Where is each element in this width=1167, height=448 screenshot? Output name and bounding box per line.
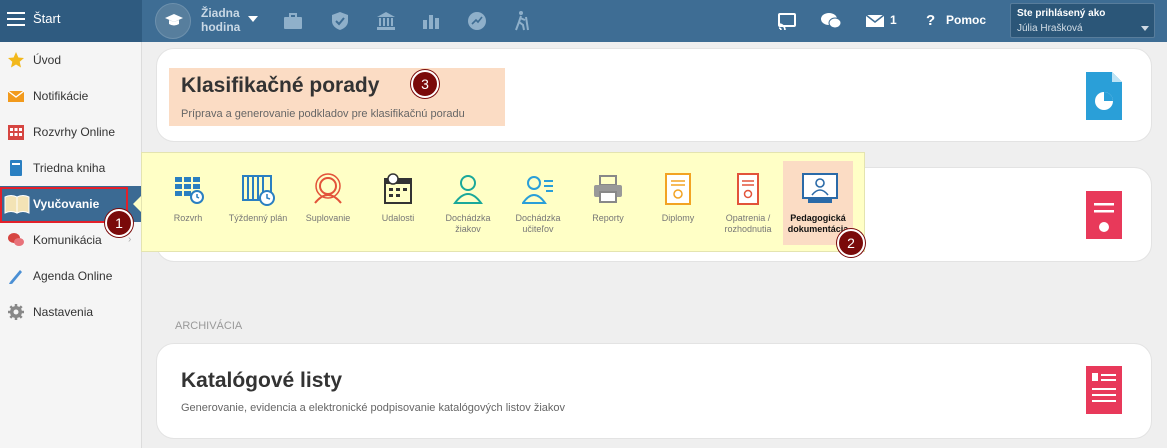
sidebar-item-label: Agenda Online <box>33 269 113 283</box>
sidebar-item-rozvrhy-online[interactable]: Rozvrhy Online <box>0 114 141 150</box>
menu-tile-suplovanie[interactable]: Suplovanie <box>293 161 363 245</box>
callout-badge-3: 3 <box>411 70 439 98</box>
sidebar-item-agenda-online[interactable]: Agenda Online <box>0 258 141 294</box>
sidebar-item-label: Komunikácia <box>33 233 102 247</box>
lesson-line2: hodina <box>201 20 241 34</box>
user-hint: Ste prihlásený ako <box>1017 8 1106 19</box>
help-link[interactable]: Pomoc <box>946 13 986 27</box>
analytics-icon[interactable] <box>466 10 488 32</box>
tile-label: Rozvrh <box>173 213 203 223</box>
menu-tile-udalosti[interactable]: Udalosti <box>363 161 433 245</box>
certificate-document-icon <box>1086 191 1122 239</box>
graduation-cap-icon <box>165 14 183 26</box>
sidebar-item-triedna-kniha[interactable]: Triedna kniha <box>0 150 141 186</box>
tile-label: Diplomy <box>661 213 695 223</box>
sidebar-item-notifikacie[interactable]: Notifikácie <box>0 78 141 114</box>
catalog-sheet-icon <box>1086 366 1122 414</box>
tile-label: Týždenný plán <box>228 213 288 223</box>
chevron-down-icon[interactable] <box>248 16 258 22</box>
card-title: Katalógové listy <box>181 369 343 392</box>
sidebar-item-label: Notifikácie <box>33 89 89 103</box>
menu-tile-reporty[interactable]: Reporty <box>573 161 643 245</box>
calendar-grid-icon <box>8 125 24 140</box>
sidebar-item-label: Úvod <box>33 53 62 67</box>
lesson-line1: Žiadna <box>201 6 240 20</box>
sidebar: Úvod Notifikácie Rozvrhy Online Triedna … <box>0 42 142 448</box>
tile-label: Dochádzka učiteľov <box>515 213 561 234</box>
card-title: Klasifikačné porady <box>181 74 380 97</box>
decision-document-icon <box>737 173 759 205</box>
card-description: Generovanie, evidencia a elektronické po… <box>181 402 566 414</box>
briefcase-icon[interactable] <box>282 10 304 32</box>
card-description: Príprava a generovanie podkladov pre kla… <box>181 108 465 120</box>
tile-label: Dochádzka žiakov <box>445 213 491 234</box>
report-document-icon <box>1086 72 1122 120</box>
menu-tile-dochadzka-ziakov[interactable]: Dochádzka žiakov <box>433 161 503 245</box>
sidebar-item-uvod[interactable]: Úvod <box>0 42 141 78</box>
top-bar: Štart Žiadna hodina 1 ? Pomoc Ste prihlá… <box>0 0 1167 42</box>
user-name: Júlia Hrašková <box>1017 23 1083 34</box>
star-icon <box>8 52 24 68</box>
menu-tile-dochadzka-ucitelov[interactable]: Dochádzka učiteľov <box>503 161 573 245</box>
menu-tile-diplomy[interactable]: Diplomy <box>643 161 713 245</box>
speech-bubbles-icon <box>8 233 24 246</box>
start-menu-button[interactable]: Štart <box>0 0 142 42</box>
envelope-icon <box>7 90 25 102</box>
help-icon[interactable]: ? <box>926 12 935 29</box>
substitute-person-icon <box>314 173 342 204</box>
start-label: Štart <box>33 11 61 26</box>
hamburger-icon <box>7 12 25 28</box>
user-menu[interactable]: Ste prihlásený ako Júlia Hrašková <box>1010 3 1155 38</box>
menu-tile-rozvrh[interactable]: Rozvrh <box>153 161 223 245</box>
menu-tile-tyzdenny-plan[interactable]: Týždenný plán <box>223 161 293 245</box>
sidebar-item-label: Rozvrhy Online <box>33 125 116 139</box>
lesson-selector[interactable]: Žiadna hodina <box>201 6 240 34</box>
section-label-archivacia: ARCHIVÁCIA <box>175 320 243 332</box>
pen-icon <box>9 270 22 284</box>
bar-chart-icon[interactable] <box>420 10 442 32</box>
class-book-icon <box>10 160 22 176</box>
chevron-right-icon: › <box>128 234 132 245</box>
shield-icon[interactable] <box>329 10 351 32</box>
gear-icon <box>8 304 24 320</box>
card-klasifikacne-porady[interactable]: Klasifikačné porady Príprava a generovan… <box>156 48 1152 142</box>
tile-label: Suplovanie <box>305 213 351 223</box>
vyucovanie-submenu: Rozvrh Týždenný plán Suplovanie Udalosti… <box>141 152 865 252</box>
student-attendance-icon <box>453 175 483 204</box>
mail-icon[interactable] <box>864 10 886 32</box>
cast-icon[interactable] <box>776 10 798 32</box>
chevron-down-icon[interactable] <box>1141 26 1149 31</box>
menu-tile-opatrenia[interactable]: Opatrenia / rozhodnutia <box>713 161 783 245</box>
teacher-board-icon <box>802 173 838 203</box>
timetable-icon <box>175 177 204 204</box>
tile-label: Reporty <box>592 213 624 223</box>
callout-badge-1: 1 <box>105 209 133 237</box>
weekly-plan-icon <box>242 175 275 206</box>
diploma-icon <box>665 173 691 205</box>
mail-count: 1 <box>890 13 897 27</box>
teacher-attendance-icon <box>522 176 553 204</box>
chat-icon[interactable] <box>820 10 842 32</box>
institution-icon[interactable] <box>375 10 397 32</box>
lesson-selector-icon[interactable] <box>155 3 191 39</box>
callout-badge-2: 2 <box>837 229 865 257</box>
printer-icon <box>594 175 622 203</box>
sidebar-item-label: Nastavenia <box>33 305 94 319</box>
sidebar-item-label: Triedna kniha <box>33 161 106 175</box>
tile-label: Opatrenia / rozhodnutia <box>724 213 772 234</box>
sidebar-item-nastavenia[interactable]: Nastavenia <box>0 294 141 330</box>
card-katalogove-listy[interactable]: Katalógové listy Generovanie, evidencia … <box>156 343 1152 439</box>
events-calendar-icon <box>384 173 412 204</box>
hiking-icon[interactable] <box>511 10 533 32</box>
tile-label: Udalosti <box>381 213 415 223</box>
